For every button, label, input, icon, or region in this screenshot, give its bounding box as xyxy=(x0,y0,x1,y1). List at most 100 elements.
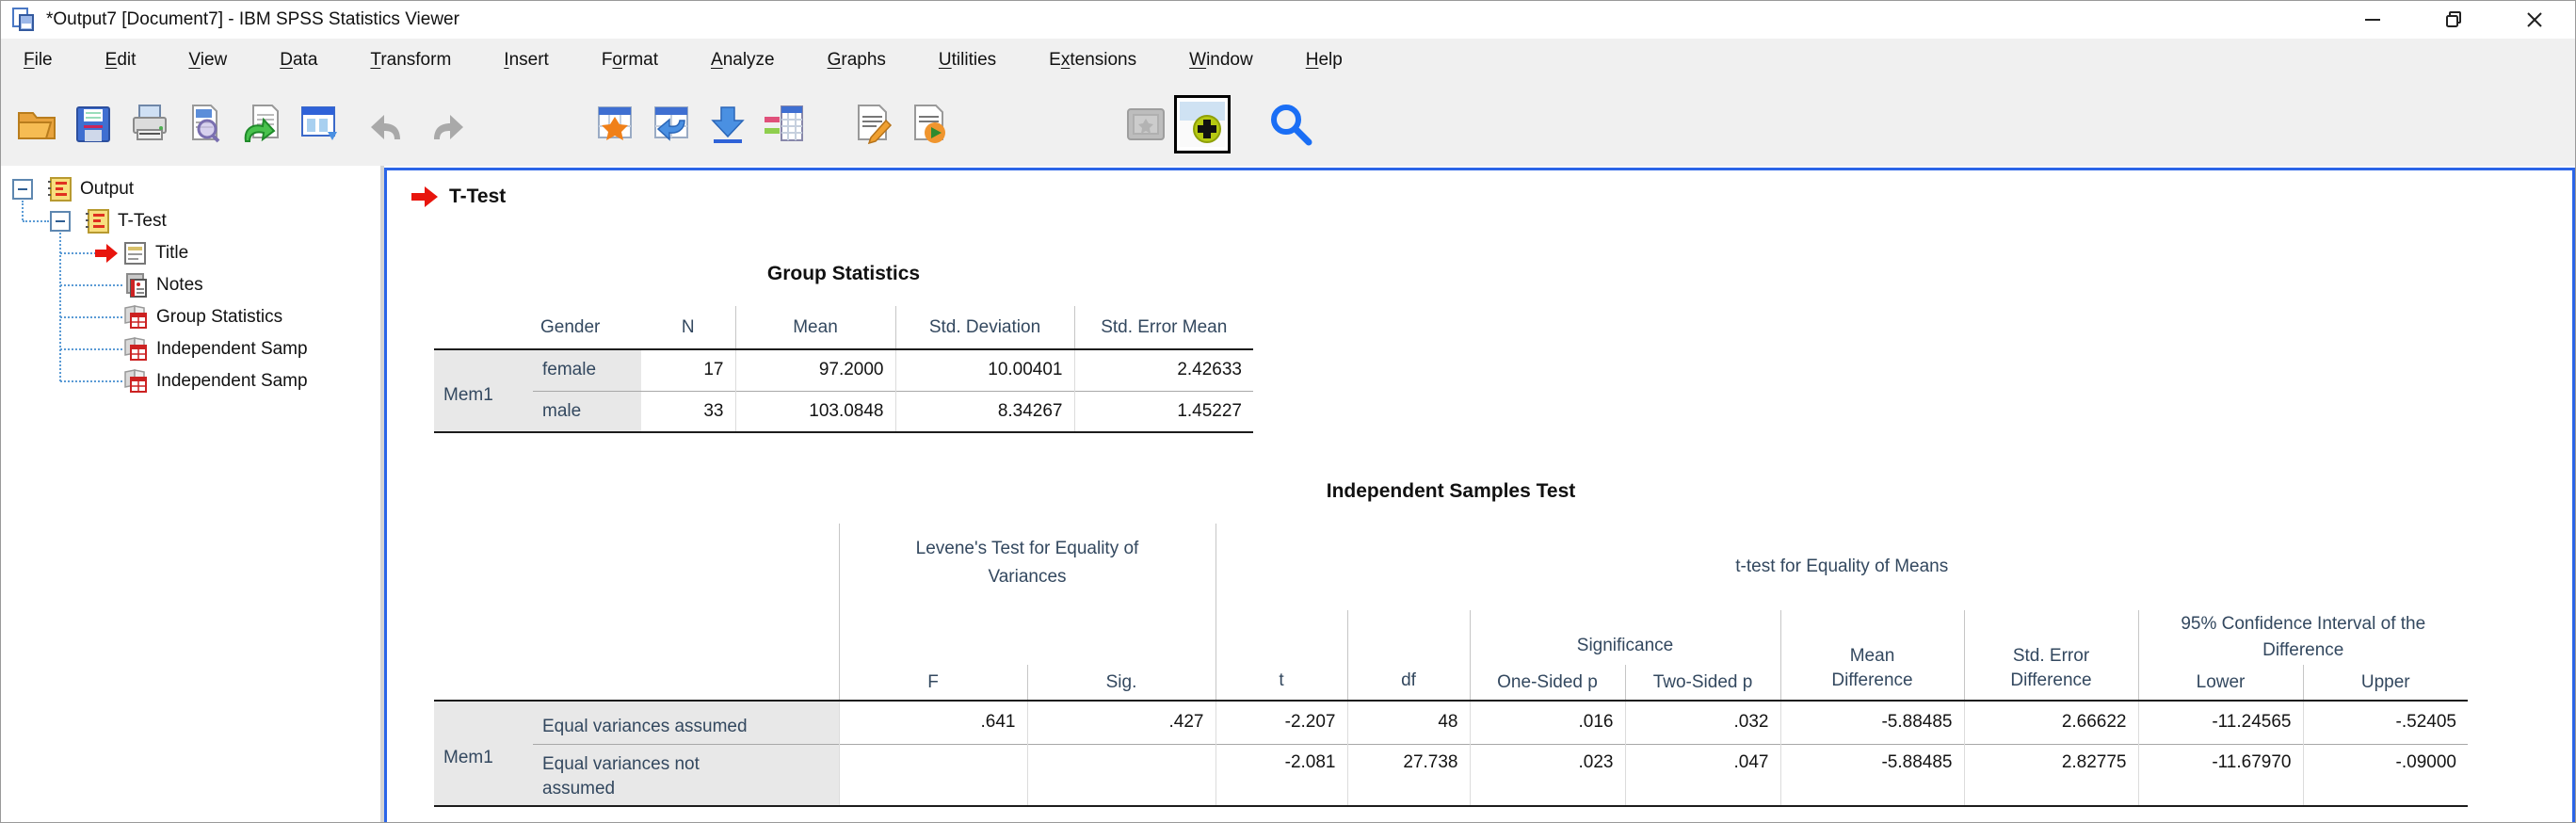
menu-utilities[interactable]: Utilities xyxy=(939,50,996,71)
col-header-n: N xyxy=(641,306,735,350)
tree-item-label: Title xyxy=(155,243,189,263)
cell-two-sided-p: .032 xyxy=(1624,701,1780,744)
tree-item-group-statistics[interactable]: Group Statistics xyxy=(122,301,282,333)
cell-mean-difference: -5.88485 xyxy=(1779,701,1964,744)
tree-connector xyxy=(60,252,96,254)
goto-data-icon xyxy=(711,105,745,143)
print-preview-button[interactable] xyxy=(178,95,234,153)
tree-item-label: Notes xyxy=(156,275,203,295)
section-title: T-Test xyxy=(449,186,507,207)
cell-df: 27.738 xyxy=(1346,743,1470,807)
redo-button[interactable] xyxy=(417,95,474,153)
tree-connector xyxy=(59,233,61,381)
open-folder-icon xyxy=(18,111,56,139)
cell-t: -2.207 xyxy=(1215,701,1347,744)
export-output-button[interactable] xyxy=(901,95,958,153)
col-header-mean: Mean xyxy=(734,306,895,350)
tree-connector xyxy=(23,220,49,222)
group-statistics-output[interactable]: Group Statistics Gender N Mean Std. Devi… xyxy=(434,263,1253,433)
find-button[interactable] xyxy=(1263,95,1319,153)
group-header-levene: Levene's Test for Equality of Variances xyxy=(838,524,1216,665)
tree-connector xyxy=(60,316,122,318)
group-statistics-title: Group Statistics xyxy=(766,263,921,284)
cell-upper: -.09000 xyxy=(2302,743,2468,807)
insert-pivot-table-icon xyxy=(598,105,632,140)
tree-item-label: Group Statistics xyxy=(156,307,283,327)
output-book-icon xyxy=(86,209,109,234)
minimize-button[interactable] xyxy=(2332,1,2413,39)
collapse-expander-icon[interactable] xyxy=(50,211,71,232)
goto-data-window-button[interactable] xyxy=(291,95,347,153)
cell-std-error-mean: 1.45227 xyxy=(1073,390,1253,433)
tree-item-label: Output xyxy=(80,179,135,199)
independent-samples-test-output[interactable]: Independent Samples Test Levene's Test f… xyxy=(434,480,2468,807)
title-page-icon xyxy=(124,242,146,265)
col-header-f: F xyxy=(838,665,1027,702)
menu-format[interactable]: Format xyxy=(602,50,658,71)
undo-icon xyxy=(371,114,400,139)
designated-window-button[interactable] xyxy=(1118,95,1174,153)
variables-icon xyxy=(765,105,803,141)
undo-button[interactable] xyxy=(361,95,417,153)
corner-header xyxy=(434,306,533,350)
cell-sig: .427 xyxy=(1026,701,1216,744)
close-button[interactable] xyxy=(2494,1,2575,39)
cell-two-sided-p: .047 xyxy=(1624,743,1780,807)
save-button[interactable] xyxy=(65,95,121,153)
menu-window[interactable]: Window xyxy=(1189,50,1253,71)
menu-edit[interactable]: Edit xyxy=(105,50,137,71)
outline-pane: Output T-Test Title Notes Group Statisti… xyxy=(1,166,380,822)
menu-bar: File Edit View Data Transform Insert For… xyxy=(1,39,2575,82)
find-icon xyxy=(1271,104,1312,145)
col-header-gender: Gender xyxy=(533,306,641,350)
menu-help[interactable]: Help xyxy=(1306,50,1343,71)
goto-case-button[interactable] xyxy=(643,95,700,153)
tree-item-independent-samples-1[interactable]: Independent Samp xyxy=(122,333,308,365)
ttest-heading: T-Test xyxy=(411,186,2572,208)
print-button[interactable] xyxy=(121,95,178,153)
menu-insert[interactable]: Insert xyxy=(504,50,549,71)
spss-app-icon xyxy=(12,8,34,31)
tree-item-ttest[interactable]: T-Test xyxy=(50,205,167,237)
cell-f xyxy=(838,743,1027,807)
cell-gender: female xyxy=(533,349,641,391)
export-output-icon xyxy=(914,104,945,143)
table-row: Mem1 female 17 97.2000 10.00401 2.42633 xyxy=(434,349,1253,433)
menu-extensions[interactable]: Extensions xyxy=(1049,50,1136,71)
insert-pivot-table-button[interactable] xyxy=(587,95,643,153)
menu-data[interactable]: Data xyxy=(280,50,317,71)
goto-data-button[interactable] xyxy=(700,95,756,153)
menu-analyze[interactable]: Analyze xyxy=(711,50,775,71)
edit-output-button[interactable] xyxy=(845,95,901,153)
menu-graphs[interactable]: Graphs xyxy=(828,50,886,71)
cell-std-deviation: 8.34267 xyxy=(894,390,1074,433)
corner-header xyxy=(434,524,839,702)
tree-item-output[interactable]: Output xyxy=(12,173,134,205)
open-button[interactable] xyxy=(8,95,65,153)
cell-condition: Equal variances assumed xyxy=(533,701,839,744)
toolbar xyxy=(1,82,2575,166)
restore-button[interactable] xyxy=(2413,1,2494,39)
designated-window-icon xyxy=(1127,107,1165,140)
cell-mean: 97.2000 xyxy=(734,349,895,391)
table-row: male 33 103.0848 8.34267 1.45227 xyxy=(434,390,1253,433)
output-pane[interactable]: T-Test Group Statistics Gender N Mean St… xyxy=(384,168,2575,822)
cell-upper: -.52405 xyxy=(2302,701,2468,744)
menu-file[interactable]: File xyxy=(24,50,53,71)
cell-df: 48 xyxy=(1346,701,1470,744)
group-header-significance: Significance xyxy=(1469,610,1780,665)
menu-transform[interactable]: Transform xyxy=(370,50,451,71)
tree-item-title[interactable]: Title xyxy=(95,237,188,269)
cell-lower: -11.67970 xyxy=(2137,743,2303,807)
col-header-std-deviation: Std. Deviation xyxy=(894,306,1074,350)
tree-item-notes[interactable]: Notes xyxy=(122,269,203,301)
cell-std-error-difference: 2.66622 xyxy=(1963,701,2138,744)
redo-icon xyxy=(434,114,463,139)
collapse-expander-icon[interactable] xyxy=(12,179,33,200)
group-header-ttest: t-test for Equality of Means xyxy=(1215,524,2468,610)
tree-item-independent-samples-2[interactable]: Independent Samp xyxy=(122,365,308,397)
recall-dialogs-button[interactable] xyxy=(234,95,291,153)
variables-button[interactable] xyxy=(756,95,813,153)
menu-view[interactable]: View xyxy=(188,50,227,71)
show-hide-button[interactable] xyxy=(1174,94,1231,153)
